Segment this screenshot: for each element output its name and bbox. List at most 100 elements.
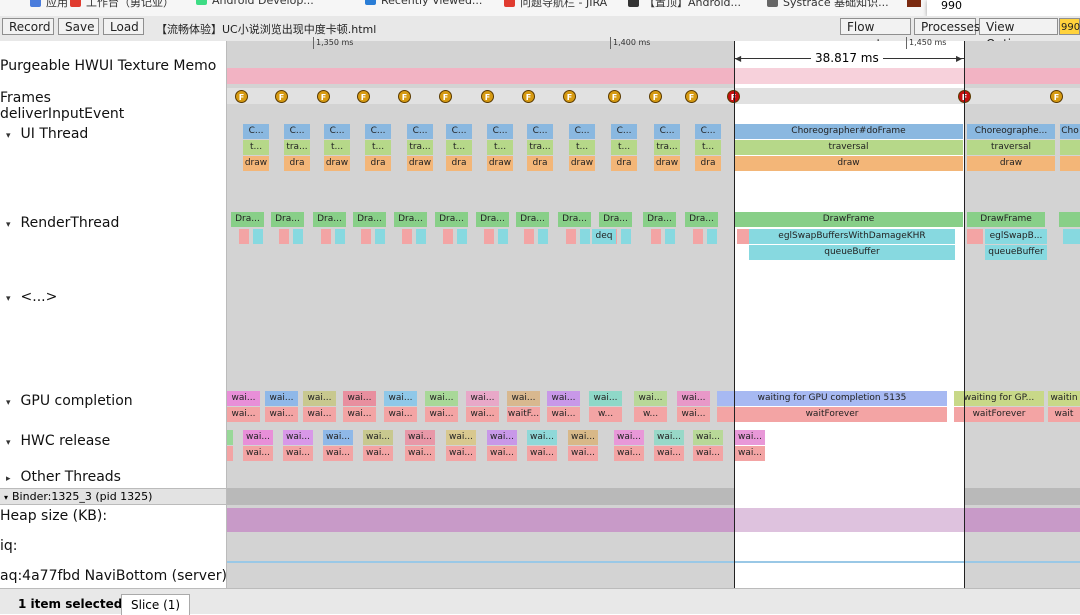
frame-marker[interactable]: F	[608, 90, 621, 103]
render-slice-drawframe[interactable]	[1059, 212, 1080, 227]
render-slice-drawframe[interactable]: Dra...	[476, 212, 509, 227]
gpu-slice-waitforever[interactable]: wai...	[265, 407, 298, 422]
hwc-slice[interactable]: wai...	[527, 446, 557, 461]
ui-slice-choreographer[interactable]: C...	[446, 124, 472, 139]
gpu-slice-waitforever[interactable]: wai...	[343, 407, 376, 422]
gpu-slice-waitforever[interactable]: waitForever	[954, 407, 1044, 422]
hwc-slice[interactable]: wai...	[527, 430, 557, 445]
bookmark-item[interactable]: 工作台（勇记亚）	[70, 0, 174, 10]
render-slice-swap[interactable]	[538, 229, 548, 244]
hwc-slice[interactable]: wai...	[323, 430, 353, 445]
render-slice-queue[interactable]: queueBuffer	[985, 245, 1047, 260]
render-slice-dequeue[interactable]	[737, 229, 749, 244]
render-slice-queue[interactable]: queueBuffer	[749, 245, 955, 260]
render-slice-drawframe[interactable]: Dra...	[231, 212, 264, 227]
ui-slice-draw[interactable]: dra	[611, 156, 637, 171]
bookmark-item[interactable]: 应用	[30, 0, 68, 10]
frame-marker[interactable]: F	[1050, 90, 1063, 103]
hwc-slice[interactable]: wai...	[735, 430, 765, 445]
ui-thread-label[interactable]: ▾ UI Thread	[6, 126, 88, 142]
ui-slice-choreographer[interactable]: C...	[365, 124, 391, 139]
ui-slice-traversal[interactable]: t...	[487, 140, 513, 155]
ui-slice-traversal[interactable]: t...	[446, 140, 472, 155]
render-slice-drawframe[interactable]: Dra...	[558, 212, 591, 227]
ui-slice-draw[interactable]: dra	[284, 156, 310, 171]
hwc-slice[interactable]: wai...	[363, 446, 393, 461]
render-slice-dequeue[interactable]	[524, 229, 534, 244]
hwc-slice[interactable]: wai...	[614, 446, 644, 461]
ui-slice-traversal[interactable]: traversal	[967, 140, 1055, 155]
render-slice-swap[interactable]	[580, 229, 590, 244]
flow-events-button[interactable]: Flow events	[840, 18, 911, 51]
render-slice-dequeue[interactable]	[651, 229, 661, 244]
hwc-slice[interactable]: wai...	[323, 446, 353, 461]
ui-slice-draw[interactable]: draw	[324, 156, 350, 171]
binder-process-header[interactable]: ▾ Binder:1325_3 (pid 1325)	[0, 488, 226, 505]
ui-slice-traversal[interactable]: t...	[611, 140, 637, 155]
gpu-slice-waitforever[interactable]: wai...	[303, 407, 336, 422]
ui-slice-traversal[interactable]: t...	[365, 140, 391, 155]
hwc-slice[interactable]: wai...	[405, 446, 435, 461]
gpu-slice-waiting[interactable]: wai...	[425, 391, 458, 406]
ui-slice-choreographer[interactable]: Choreographer#doFrame	[734, 124, 963, 139]
save-button[interactable]: Save	[58, 18, 99, 35]
ui-slice-traversal[interactable]: t...	[695, 140, 721, 155]
render-slice-swap[interactable]	[375, 229, 385, 244]
ui-slice-traversal[interactable]: tra...	[284, 140, 310, 155]
render-slice-swap[interactable]	[621, 229, 631, 244]
frame-marker[interactable]: F	[649, 90, 662, 103]
hwc-slice[interactable]	[227, 446, 233, 461]
gpu-slice-waiting[interactable]: wai...	[507, 391, 540, 406]
render-slice-swap[interactable]	[335, 229, 345, 244]
bookmark-item[interactable]: 问题导航栏 - JIRA	[504, 0, 607, 10]
slice-tab[interactable]: Slice (1)	[121, 594, 191, 615]
collapsed-thread-label[interactable]: ▾ <...>	[6, 289, 57, 305]
gpu-slice-waiting[interactable]: waiting for GP...	[954, 391, 1044, 406]
expand-triangle-icon[interactable]: ▾	[6, 294, 11, 304]
render-slice-drawframe[interactable]: Dra...	[313, 212, 346, 227]
gpu-slice-waitforever[interactable]: wai...	[384, 407, 417, 422]
other-threads-label[interactable]: ▸ Other Threads	[6, 469, 121, 485]
render-slice-drawframe[interactable]: DrawFrame	[967, 212, 1045, 227]
ui-slice-traversal[interactable]: t...	[569, 140, 595, 155]
render-slice-drawframe[interactable]: Dra...	[685, 212, 718, 227]
hwc-slice[interactable]: wai...	[735, 446, 765, 461]
render-slice-dequeue[interactable]	[484, 229, 494, 244]
render-slice-drawframe[interactable]: Dra...	[516, 212, 549, 227]
expand-triangle-icon[interactable]: ▾	[6, 438, 11, 448]
gpu-slice-waiting[interactable]: wai...	[634, 391, 667, 406]
gpu-slice-waiting[interactable]: waiting for GPU completion 5135	[717, 391, 947, 406]
frame-marker[interactable]: F	[317, 90, 330, 103]
render-slice-dequeue[interactable]: deq	[592, 229, 616, 244]
bookmark-item[interactable]: Systrace 基础知识...	[767, 0, 889, 10]
ui-slice-choreographer[interactable]: C...	[654, 124, 680, 139]
gpu-slice-waitforever[interactable]: wai...	[547, 407, 580, 422]
frame-marker[interactable]: F	[481, 90, 494, 103]
gpu-slice-waiting[interactable]: wai...	[547, 391, 580, 406]
frame-marker[interactable]: F	[235, 90, 248, 103]
frame-marker[interactable]: F	[275, 90, 288, 103]
render-slice-swap[interactable]: eglSwapBuffersWithDamageKHR	[749, 229, 955, 244]
render-slice-swap[interactable]	[253, 229, 263, 244]
ui-slice-draw[interactable]: draw	[967, 156, 1055, 171]
gpu-slice-waitforever[interactable]: wai...	[466, 407, 499, 422]
render-slice-swap[interactable]	[498, 229, 508, 244]
gpu-slice-waitforever[interactable]: wai...	[425, 407, 458, 422]
ui-slice-draw[interactable]: dra	[365, 156, 391, 171]
render-slice-drawframe[interactable]: Dra...	[643, 212, 676, 227]
render-slice-dequeue[interactable]	[279, 229, 289, 244]
hwc-slice[interactable]: wai...	[568, 430, 598, 445]
gpu-slice-waitforever[interactable]: wai...	[227, 407, 260, 422]
expand-triangle-icon[interactable]: ▾	[6, 131, 11, 141]
hwc-slice[interactable]: wai...	[654, 446, 684, 461]
hwc-slice[interactable]: wai...	[405, 430, 435, 445]
gpu-slice-waiting[interactable]: waitin	[1048, 391, 1080, 406]
render-slice-drawframe[interactable]: Dra...	[599, 212, 632, 227]
render-slice-dequeue[interactable]	[361, 229, 371, 244]
collapse-triangle-icon[interactable]: ▸	[6, 474, 11, 484]
gpu-slice-waiting[interactable]: wai...	[677, 391, 710, 406]
frame-marker[interactable]: F	[357, 90, 370, 103]
render-slice-drawframe[interactable]: DrawFrame	[734, 212, 963, 227]
gpu-slice-waitforever[interactable]: waitForever	[717, 407, 947, 422]
render-slice-swap[interactable]	[293, 229, 303, 244]
